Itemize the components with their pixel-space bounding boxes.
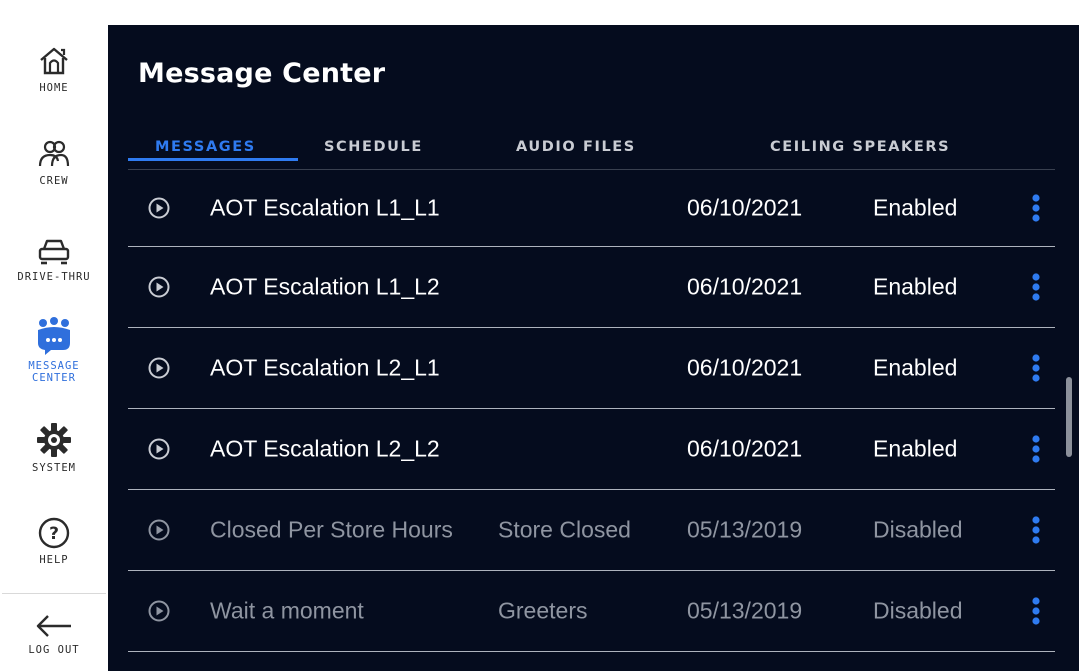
- sidebar-item-message-center[interactable]: MESSAGE CENTER: [0, 316, 108, 384]
- sidebar-item-label: SYSTEM: [32, 462, 76, 474]
- logout-button[interactable]: LOG OUT: [0, 612, 108, 656]
- more-options-icon[interactable]: [1031, 595, 1041, 627]
- more-options-icon[interactable]: [1031, 271, 1041, 303]
- sidebar-divider: [2, 593, 106, 594]
- message-name: Closed Per Store Hours: [210, 516, 453, 543]
- tab-messages[interactable]: MESSAGES: [155, 139, 256, 165]
- table-row[interactable]: Closed Per Store Hours Store Closed 05/13/…: [128, 490, 1055, 571]
- status-badge: Disabled: [873, 597, 963, 624]
- message-date: 05/13/2019: [687, 597, 803, 624]
- status-badge: Enabled: [873, 273, 958, 300]
- status-badge: Disabled: [873, 516, 963, 543]
- more-options-icon[interactable]: [1031, 514, 1041, 546]
- message-name: AOT Escalation L1_L1: [210, 194, 440, 220]
- sidebar-item-label: HELP: [39, 554, 69, 566]
- sidebar-item-home[interactable]: HOME: [0, 44, 108, 94]
- top-strip: [108, 0, 1079, 25]
- home-icon: [40, 47, 68, 75]
- tab-schedule[interactable]: SCHEDULE: [324, 139, 423, 165]
- car-icon: [38, 239, 70, 265]
- sidebar-item-drive-thru[interactable]: DRIVE-THRU: [0, 237, 108, 283]
- more-options-icon[interactable]: [1031, 433, 1041, 465]
- play-icon[interactable]: [148, 276, 170, 298]
- tab-ceiling-speakers[interactable]: CEILING SPEAKERS: [770, 139, 950, 165]
- table-row[interactable]: AOT Escalation L1_L1 06/10/2021 Enabled: [128, 169, 1055, 247]
- play-icon[interactable]: [148, 600, 170, 622]
- message-date: 06/10/2021: [687, 273, 803, 300]
- message-name: AOT Escalation L2_L2: [210, 435, 440, 462]
- tab-bar: MESSAGES SCHEDULE AUDIO FILES CEILING SP…: [128, 137, 1055, 170]
- sidebar-item-help[interactable]: ? HELP: [0, 516, 108, 566]
- page-title: Message Center: [138, 58, 386, 89]
- message-date: 06/10/2021: [687, 354, 803, 381]
- message-center-icon: [38, 317, 70, 355]
- message-date: 05/13/2019: [687, 516, 803, 543]
- play-icon[interactable]: [148, 197, 170, 219]
- play-icon[interactable]: [148, 519, 170, 541]
- status-badge: Enabled: [873, 435, 958, 462]
- table-row[interactable]: Wait a moment Greeters 05/13/2019 Disabled: [128, 571, 1055, 652]
- message-date: 06/10/2021: [687, 435, 803, 462]
- play-icon[interactable]: [148, 438, 170, 460]
- message-name: AOT Escalation L2_L1: [210, 354, 440, 381]
- more-options-icon[interactable]: [1031, 192, 1041, 224]
- sidebar-item-label: HOME: [39, 82, 69, 94]
- logout-label: LOG OUT: [28, 644, 80, 656]
- more-options-icon[interactable]: [1031, 352, 1041, 384]
- tab-audio-files[interactable]: AUDIO FILES: [516, 139, 636, 165]
- message-name: AOT Escalation L1_L2: [210, 273, 440, 300]
- arrow-left-icon: [36, 615, 71, 637]
- message-date: 06/10/2021: [687, 194, 803, 220]
- table-row[interactable]: AOT Escalation L2_L1 06/10/2021 Enabled: [128, 328, 1055, 409]
- scrollbar[interactable]: [1066, 377, 1072, 457]
- sidebar-item-crew[interactable]: CREW: [0, 137, 108, 187]
- sidebar-item-label: MESSAGE CENTER: [28, 360, 80, 384]
- message-name: Wait a moment: [210, 597, 364, 624]
- message-center-panel: Message Center MESSAGES SCHEDULE AUDIO F…: [108, 25, 1079, 671]
- status-badge: Enabled: [873, 194, 958, 220]
- play-icon[interactable]: [148, 357, 170, 379]
- table-row[interactable]: AOT Escalation L1_L2 06/10/2021 Enabled: [128, 247, 1055, 328]
- message-list: AOT Escalation L1_L1 06/10/2021 Enabled AOT…: [128, 169, 1055, 652]
- sidebar-item-label: CREW: [39, 175, 69, 187]
- table-row[interactable]: AOT Escalation L2_L2 06/10/2021 Enabled: [128, 409, 1055, 490]
- help-icon: ?: [38, 517, 70, 549]
- status-badge: Enabled: [873, 354, 958, 381]
- gear-icon: [37, 423, 71, 457]
- message-category: Store Closed: [498, 516, 631, 543]
- message-category: Greeters: [498, 597, 588, 624]
- sidebar: HOME CREW DRIVE-THRU MESSAGE CENTER SYST…: [0, 0, 108, 671]
- svg-text:?: ?: [49, 524, 59, 544]
- crew-icon: [38, 140, 70, 167]
- sidebar-item-system[interactable]: SYSTEM: [0, 422, 108, 474]
- active-tab-indicator: [128, 158, 298, 161]
- sidebar-item-label: DRIVE-THRU: [17, 271, 91, 283]
